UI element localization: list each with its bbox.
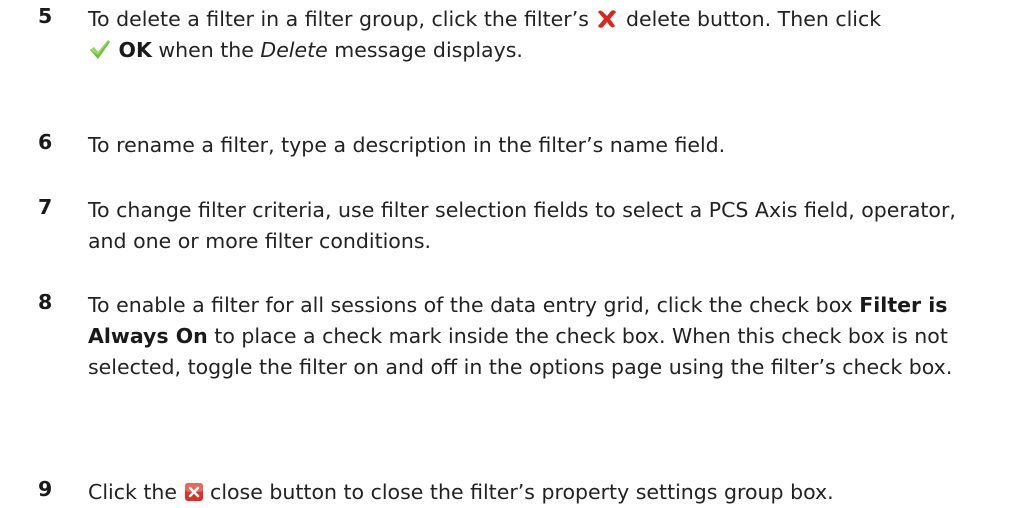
delete-x-icon	[598, 10, 617, 28]
step-text: To rename a filter, type a description i…	[88, 133, 726, 157]
step-number: 6	[38, 130, 53, 154]
step-number: 9	[38, 477, 53, 501]
step-text: To enable a filter for all sessions of t…	[88, 293, 953, 379]
ok-label: OK	[118, 38, 152, 62]
checkmark-icon	[90, 40, 110, 59]
step-number: 7	[38, 195, 53, 219]
close-box-icon	[184, 483, 203, 501]
document-page: 5 To delete a filter in a filter group, …	[0, 0, 1032, 504]
step-number: 5	[38, 4, 53, 28]
step-text: To change filter criteria, use filter se…	[88, 198, 956, 253]
step-text: To delete a filter in a filter group, cl…	[88, 7, 882, 62]
step-text: Click the close button to close the filt…	[88, 480, 834, 504]
delete-message-label: Delete	[260, 38, 328, 62]
step-number: 8	[38, 290, 53, 314]
